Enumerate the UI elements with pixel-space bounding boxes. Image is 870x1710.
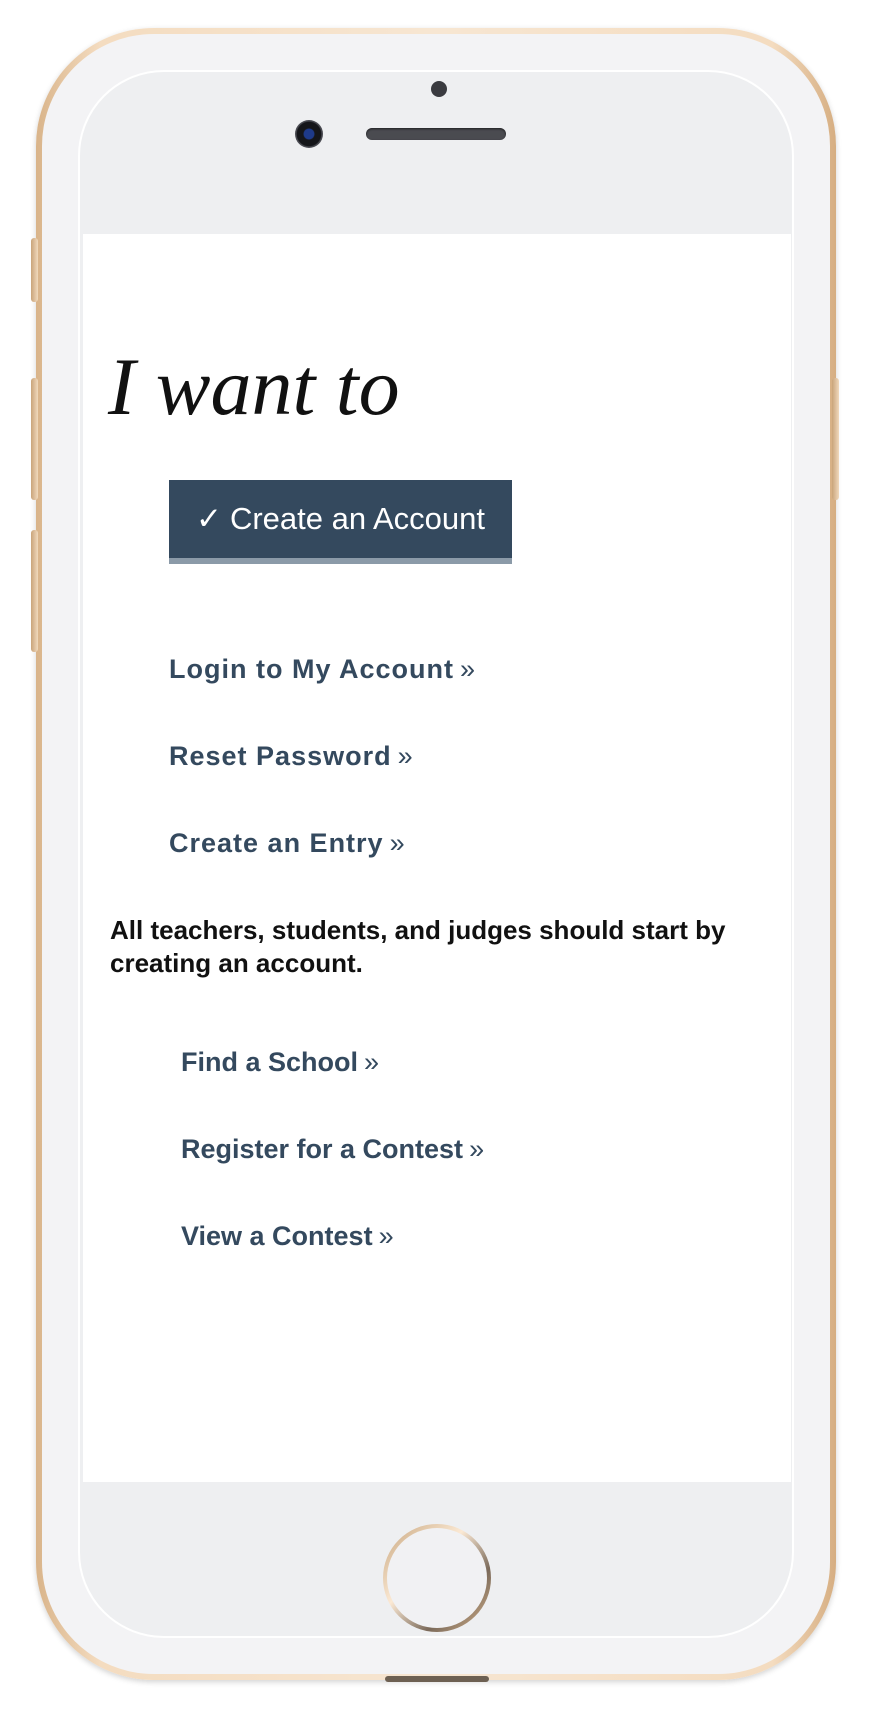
proximity-sensor [431, 81, 447, 97]
create-account-label: Create an Account [229, 501, 486, 536]
find-school-link[interactable]: Find a School» [181, 1047, 379, 1078]
check-icon: ✓ [195, 501, 222, 536]
mute-switch [31, 238, 38, 302]
view-contest-link[interactable]: View a Contest» [181, 1221, 394, 1252]
create-entry-link-label: Create an Entry [169, 828, 384, 858]
register-contest-link[interactable]: Register for a Contest» [181, 1134, 484, 1165]
screen: I want to ✓ Create an Account Login to M… [83, 234, 791, 1482]
volume-down-button [31, 530, 38, 652]
reset-password-link-label: Reset Password [169, 741, 392, 771]
phone-mockup: I want to ✓ Create an Account Login to M… [0, 0, 870, 1710]
volume-up-button [31, 378, 38, 500]
double-chevron-right-icon: » [459, 654, 476, 684]
double-chevron-right-icon: » [378, 1221, 394, 1251]
double-chevron-right-icon: » [364, 1047, 380, 1077]
login-link-label: Login to My Account [169, 654, 454, 684]
lightning-port [385, 1676, 489, 1682]
create-account-button[interactable]: ✓ Create an Account [169, 480, 512, 564]
double-chevron-right-icon: » [389, 828, 406, 858]
double-chevron-right-icon: » [397, 741, 414, 771]
login-link[interactable]: Login to My Account» [169, 654, 476, 685]
double-chevron-right-icon: » [469, 1134, 485, 1164]
front-camera [295, 120, 323, 148]
earpiece-speaker [366, 128, 506, 140]
reset-password-link[interactable]: Reset Password» [169, 741, 414, 772]
create-entry-link[interactable]: Create an Entry» [169, 828, 406, 859]
home-button-face [387, 1528, 487, 1628]
home-button[interactable] [383, 1524, 491, 1632]
page-title: I want to [108, 341, 400, 432]
register-contest-link-label: Register for a Contest [181, 1134, 464, 1164]
find-school-link-label: Find a School [181, 1047, 359, 1077]
power-button [832, 378, 839, 500]
account-note: All teachers, students, and judges shoul… [110, 915, 726, 978]
view-contest-link-label: View a Contest [181, 1221, 373, 1251]
